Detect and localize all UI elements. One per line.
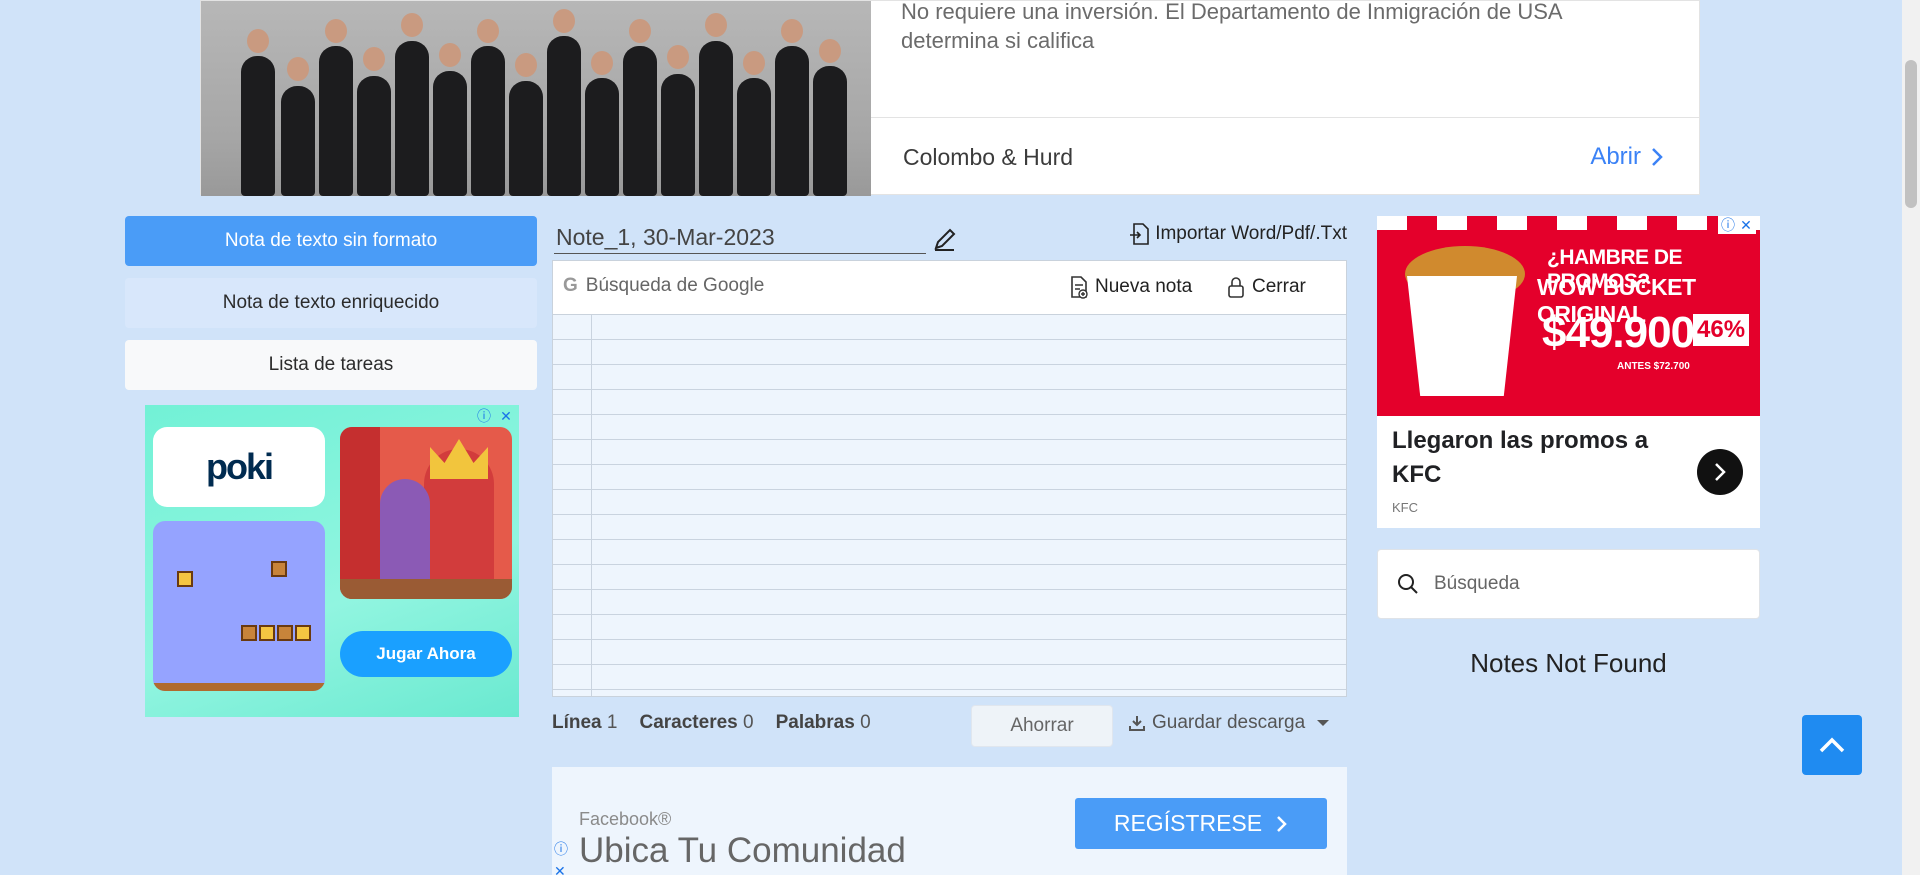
ad-group-photo [201,1,871,196]
kfc-before-price: ANTES $72.700 [1617,361,1690,372]
note-stats: Línea 1 Caracteres 0 Palabras 0 [552,712,871,734]
kfc-brand: KFC [1392,500,1418,515]
ad-info-icon[interactable]: ⓘ [475,407,493,425]
ad-open-label: Abrir [1590,143,1641,170]
import-file-button[interactable]: Importar Word/Pdf/.Txt [1128,222,1347,246]
facebook-ad[interactable]: ⓘ ✕ Facebook® Ubica Tu Comunidad REGÍSTR… [552,767,1347,875]
note-title-row: Note_1, 30-Mar-2023 Importar Word/Pdf/.T… [552,220,1347,254]
ad-headline: Ubica Tu Comunidad [579,831,906,870]
chars-stat: Caracteres 0 [639,712,753,734]
ad-open-button[interactable]: Abrir [1590,143,1665,171]
google-icon: G [563,275,578,296]
game-thumbnail-platformer[interactable] [153,521,325,691]
top-banner-ad[interactable]: No requiere una inversión. El Departamen… [200,0,1700,196]
scrollbar-thumb[interactable] [1905,60,1917,208]
kfc-ad-image: ¿HAMBRE DE PROMOS? WOW BUCKET ORIGINAL $… [1377,216,1760,416]
ad-info-icon[interactable]: ⓘ [554,839,568,859]
save-button[interactable]: Ahorrar [971,705,1113,747]
pencil-icon[interactable] [932,226,958,252]
note-editor: G Búsqueda de Google Nueva nota Cerrar [552,260,1347,697]
ad-close-icon[interactable]: ✕ [1738,216,1754,234]
caret-down-icon [1317,720,1330,726]
new-file-icon [1071,276,1088,299]
words-stat: Palabras 0 [776,712,871,734]
poki-logo: poki [153,427,325,507]
search-input[interactable] [1434,573,1734,595]
editor-toolbar: G Búsqueda de Google Nueva nota Cerrar [553,261,1346,315]
notes-search-box[interactable] [1377,549,1760,619]
poki-ad[interactable]: ⓘ ✕ poki Jugar Ahora [145,405,519,717]
chevron-up-icon [1819,737,1845,753]
ad-close-icon[interactable]: ✕ [554,863,568,875]
line-label: Línea [552,712,602,733]
game-thumbnail-king[interactable] [340,427,512,599]
ad-copy: No requiere una inversión. El Departamen… [901,0,1562,53]
search-icon [1398,574,1418,594]
register-button[interactable]: REGÍSTRESE [1075,798,1327,849]
line-value: 1 [606,712,618,733]
lock-icon [1228,277,1244,298]
close-label: Cerrar [1252,276,1306,297]
ad-choices[interactable]: ⓘ ✕ [475,407,515,425]
tab-label: Nota de texto sin formato [224,230,438,251]
kfc-price: $49.900 [1542,308,1695,357]
chars-label: Caracteres [639,712,738,733]
kfc-headline: Llegaron las promos a KFC [1392,427,1649,488]
words-label: Palabras [775,712,855,733]
chevron-right-icon [1652,148,1663,166]
close-note-button[interactable]: Cerrar [1226,275,1306,299]
note-title-input[interactable]: Note_1, 30-Mar-2023 [554,220,926,254]
tab-label: Lista de tareas [268,354,394,375]
file-import-icon [1130,223,1149,245]
ad-source: Facebook® [579,809,672,829]
google-search-field[interactable]: G Búsqueda de Google [563,275,764,297]
import-label: Importar Word/Pdf/.Txt [1155,223,1347,244]
note-type-tabs: Nota de texto sin formato Nota de texto … [125,216,537,402]
poki-logo-text: poki [205,446,274,487]
tab-label: Nota de texto enriquecido [222,292,440,313]
page-scrollbar[interactable] [1902,0,1920,875]
tab-plain-text-note[interactable]: Nota de texto sin formato [125,216,537,266]
download-icon [1129,716,1145,731]
kfc-arrow-button[interactable] [1697,449,1743,495]
ad-choices[interactable]: ⓘ ✕ [1718,216,1756,234]
kfc-discount: 46% [1693,314,1750,346]
back-to-top-button[interactable] [1802,715,1862,775]
ad-advertiser: Colombo & Hurd [903,144,1074,170]
chevron-right-icon [1277,815,1287,832]
note-textarea[interactable] [553,315,1346,696]
ad-divider [871,117,1699,118]
download-label: Guardar descarga [1152,712,1306,733]
ad-close-icon[interactable]: ✕ [497,407,515,425]
words-value: 0 [860,712,871,733]
notes-status: Notes Not Found [1470,648,1667,678]
play-now-button[interactable]: Jugar Ahora [340,631,512,677]
chevron-right-icon [1715,463,1726,481]
google-search-placeholder: Búsqueda de Google [585,275,765,296]
tab-rich-text-note[interactable]: Nota de texto enriquecido [125,278,537,328]
download-dropdown[interactable]: Guardar descarga [1128,712,1330,734]
ad-choices[interactable]: ⓘ ✕ [554,839,568,875]
new-note-label: Nueva nota [1095,276,1193,297]
kfc-ad[interactable]: ¿HAMBRE DE PROMOS? WOW BUCKET ORIGINAL $… [1377,216,1760,528]
register-label: REGÍSTRESE [1113,810,1263,836]
line-stat: Línea 1 [552,712,617,734]
tab-task-list[interactable]: Lista de tareas [125,340,537,390]
ad-info-icon[interactable]: ⓘ [1720,216,1736,234]
chars-value: 0 [743,712,754,733]
new-note-button[interactable]: Nueva nota [1069,275,1192,299]
line-number-gutter [591,315,592,696]
